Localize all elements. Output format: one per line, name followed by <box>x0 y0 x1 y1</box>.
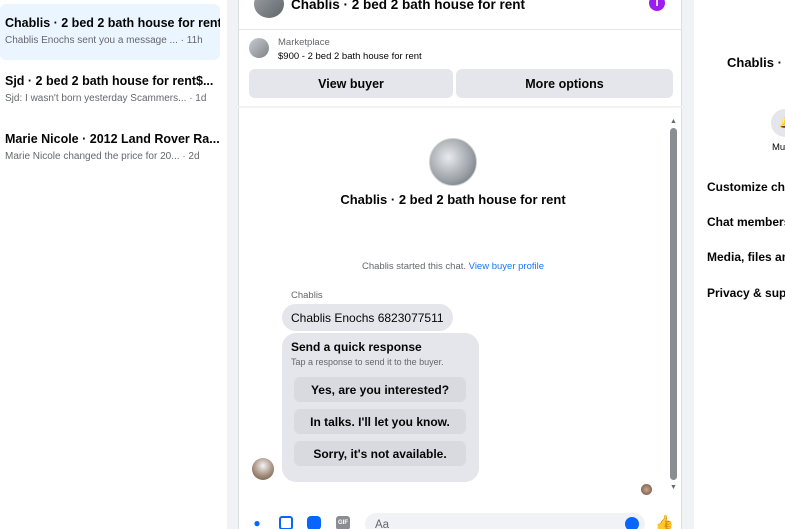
chat-started-notice: Chablis started this chat. View buyer pr… <box>361 261 544 272</box>
view-buyer-button[interactable]: View buyer <box>249 69 453 98</box>
scroll-up-arrow-icon[interactable]: ▲ <box>669 118 678 126</box>
conversation-title: Sjd · 2 bed 2 bath house for rent$... <box>5 74 214 88</box>
view-buyer-profile-link[interactable]: View buyer profile <box>469 261 544 272</box>
info-panel-title: Chablis · 2 <box>727 55 785 70</box>
scroll-down-arrow-icon[interactable]: ▼ <box>669 484 678 492</box>
listing-price-title[interactable]: $900 - 2 bed 2 bath house for rent <box>278 51 422 62</box>
quick-response-title: Send a quick response <box>291 340 422 354</box>
chat-header-title[interactable]: Chablis · 2 bed 2 bath house for rent <box>291 0 525 12</box>
message-bubble[interactable]: Chablis Enochs 6823077511 <box>282 304 453 331</box>
marketplace-avatar <box>249 38 269 58</box>
like-icon[interactable]: 👍 <box>655 514 674 529</box>
conversation-item[interactable]: Sjd · 2 bed 2 bath house for rent$... Sj… <box>0 62 220 118</box>
conversation-title: Chablis · 2 bed 2 bath house for rent <box>5 16 220 30</box>
scroll-thumb[interactable] <box>670 128 677 480</box>
emoji-icon[interactable] <box>625 517 639 529</box>
thread-scrollbar[interactable]: ▲ ▼ <box>669 118 678 492</box>
media-files-item[interactable]: Media, files an <box>707 250 785 264</box>
thread-title: Chablis · 2 bed 2 bath house for rent <box>340 192 566 207</box>
conversation-list: Chablis · 2 bed 2 bath house for rent Ch… <box>0 0 227 529</box>
customize-chat-item[interactable]: Customize cha <box>707 180 785 194</box>
chat-info-panel: Chablis · 2 🔔 Mu Customize cha Chat memb… <box>694 0 785 529</box>
chat-header: Chablis · 2 bed 2 bath house for rent i … <box>238 0 682 106</box>
conversation-item[interactable]: Marie Nicole · 2012 Land Rover Ra... Mar… <box>0 120 220 176</box>
messenger-window: Chablis · 2 bed 2 bath house for rent Ch… <box>0 0 785 529</box>
quick-response-button[interactable]: Sorry, it's not available. <box>294 441 466 466</box>
sticker-icon[interactable] <box>307 516 321 529</box>
listing-photo <box>429 138 477 186</box>
message-thread: Chablis · 2 bed 2 bath house for rent Ch… <box>238 108 682 529</box>
conversation-preview: Sjd: I wasn't born yesterday Scammers...… <box>5 93 207 104</box>
quick-response-button[interactable]: Yes, are you interested? <box>294 377 466 402</box>
chat-members-item[interactable]: Chat members <box>707 215 785 229</box>
sender-name: Chablis <box>291 290 323 301</box>
gif-icon[interactable]: GIF <box>336 516 350 529</box>
conversation-title: Marie Nicole · 2012 Land Rover Ra... <box>5 132 220 146</box>
message-input[interactable]: Aa <box>365 513 645 529</box>
message-composer: ● GIF Aa 👍 <box>239 510 683 529</box>
quick-response-card: Send a quick response Tap a response to … <box>282 333 479 482</box>
conversation-preview: Marie Nicole changed the price for 20...… <box>5 151 200 162</box>
sender-avatar <box>252 458 274 480</box>
chat-panel: Chablis · 2 bed 2 bath house for rent i … <box>238 0 682 529</box>
privacy-support-item[interactable]: Privacy & supp <box>707 286 785 300</box>
conversation-preview: Chablis Enochs sent you a message ... · … <box>5 35 203 46</box>
chat-header-row: Chablis · 2 bed 2 bath house for rent i <box>239 0 681 30</box>
quick-response-subtitle: Tap a response to send it to the buyer. <box>291 357 444 367</box>
bell-icon: 🔔 <box>779 116 785 129</box>
listing-avatar[interactable] <box>254 0 284 18</box>
mute-label: Mu <box>772 142 785 153</box>
image-icon[interactable] <box>279 516 293 529</box>
more-options-button[interactable]: More options <box>456 69 673 98</box>
conversation-item[interactable]: Chablis · 2 bed 2 bath house for rent Ch… <box>0 4 220 60</box>
info-icon[interactable]: i <box>649 0 665 11</box>
seen-indicator-avatar <box>641 484 652 495</box>
quick-response-button[interactable]: In talks. I'll let you know. <box>294 409 466 434</box>
marketplace-label: Marketplace <box>278 37 330 48</box>
microphone-icon[interactable]: ● <box>250 516 264 529</box>
